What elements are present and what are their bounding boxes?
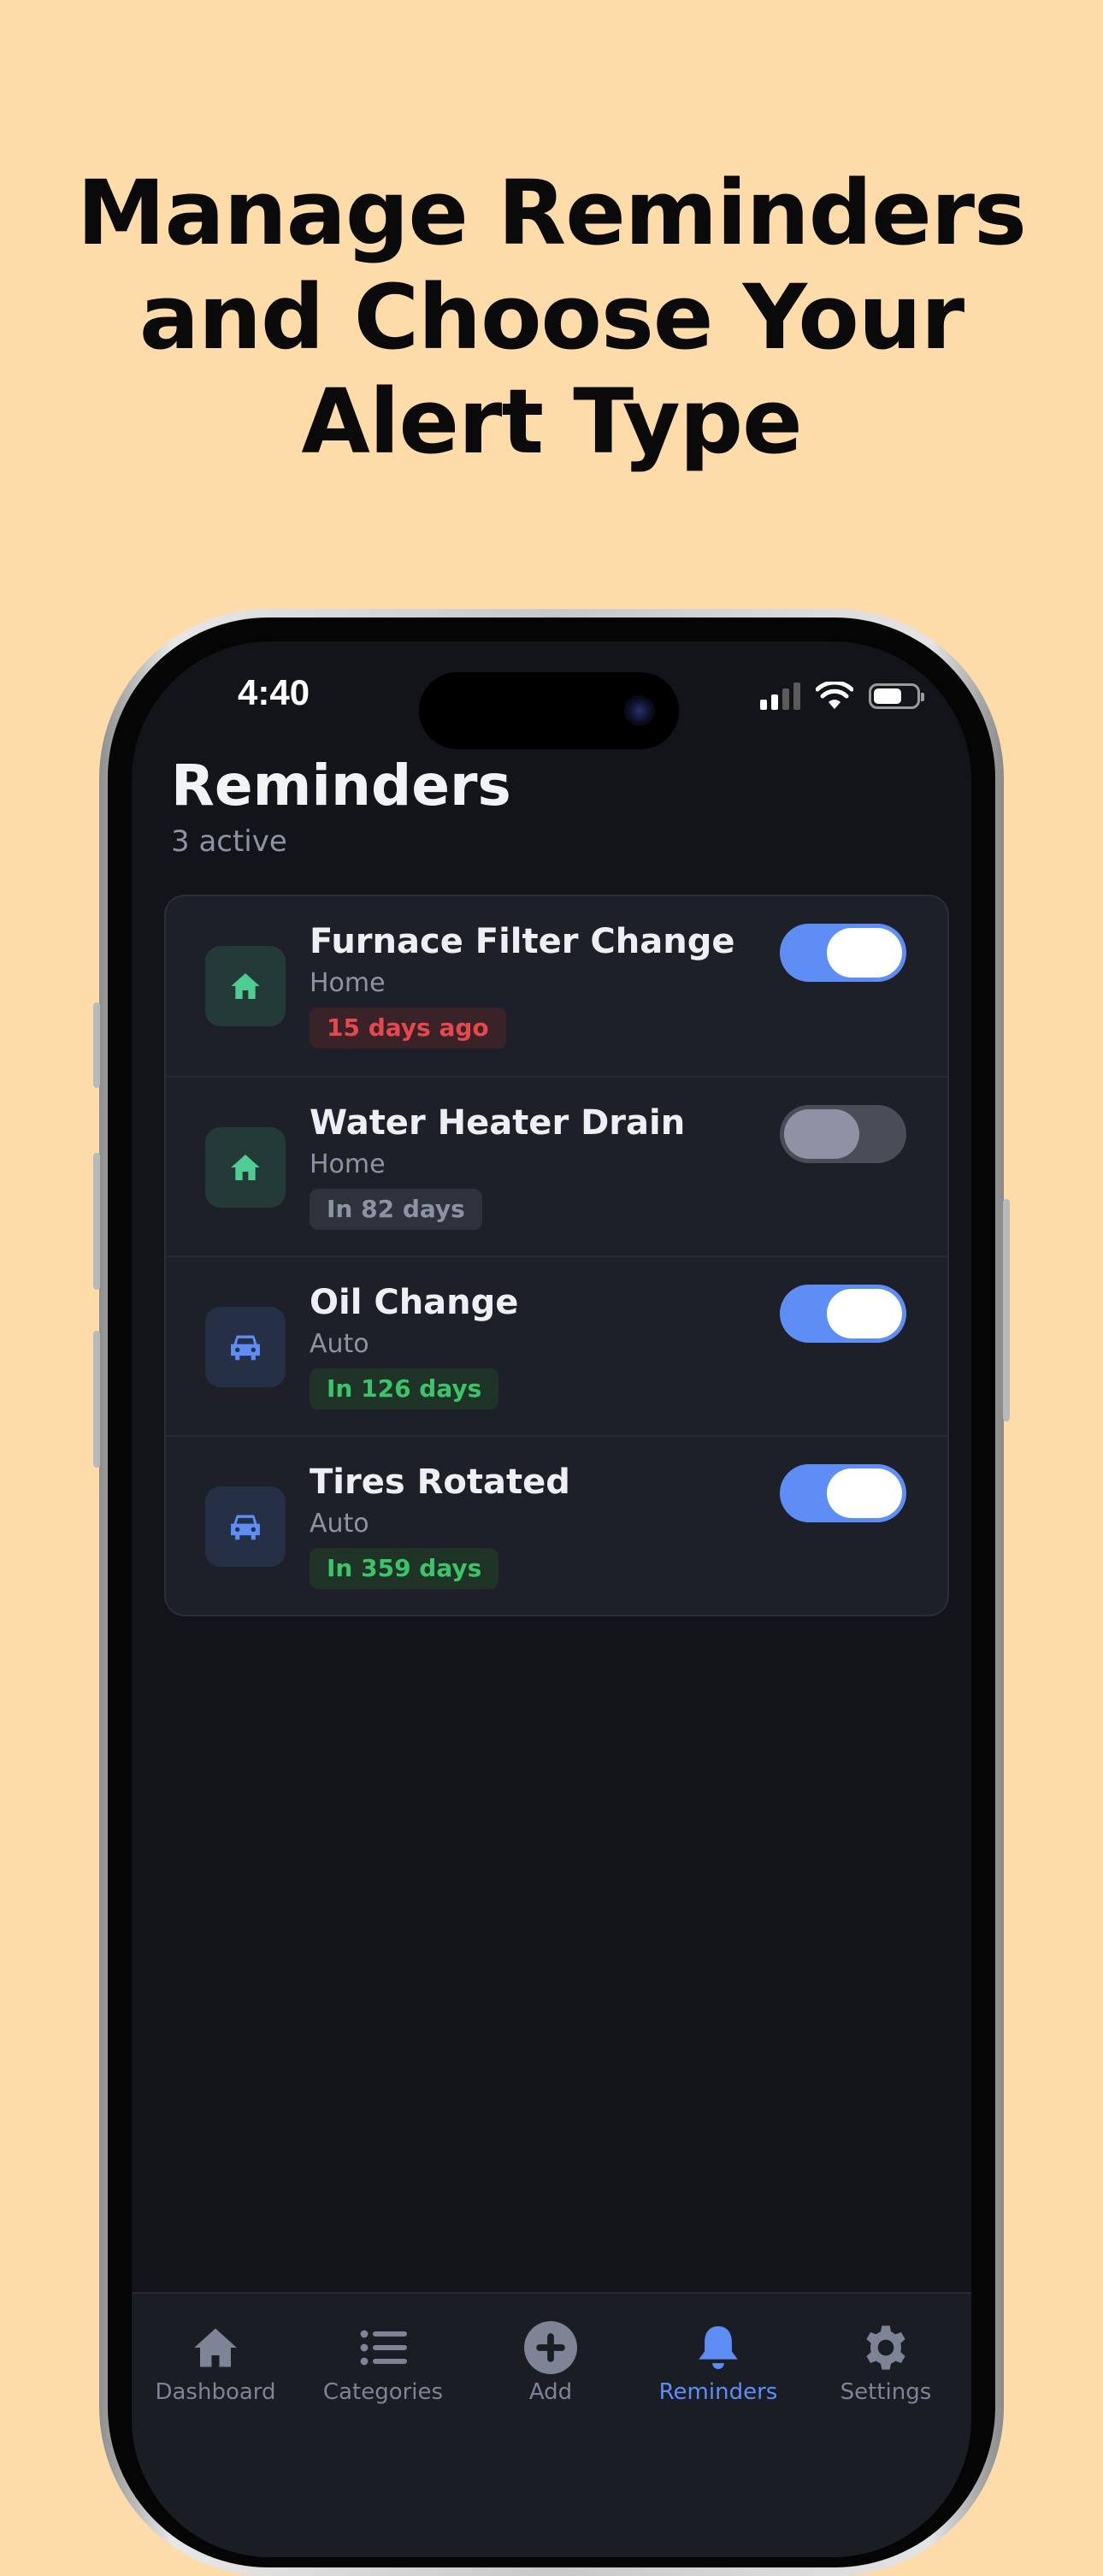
volume-up-button xyxy=(93,1153,100,1290)
reminder-row[interactable]: Furnace Filter Change Home 15 days ago xyxy=(166,896,947,1076)
status-time: 4:40 xyxy=(238,672,310,712)
car-icon xyxy=(205,1486,286,1567)
status-icons xyxy=(760,677,924,715)
wifi-icon xyxy=(816,682,853,709)
tab-bar: Dashboard Categories Add Reminders Setti… xyxy=(132,2292,971,2557)
tab-categories[interactable]: Categories xyxy=(299,2319,467,2405)
due-badge: In 126 days xyxy=(310,1368,499,1409)
action-button xyxy=(93,1002,100,1088)
due-badge: In 359 days xyxy=(310,1548,499,1589)
active-count: 3 active xyxy=(171,824,287,859)
tab-label: Reminders xyxy=(658,2379,778,2405)
phone-screen: 4:40 Reminders 3 active Furnace Filter C… xyxy=(132,641,971,2557)
tab-dashboard[interactable]: Dashboard xyxy=(132,2319,299,2405)
camera-icon xyxy=(624,695,655,726)
headline-line-3: Alert Type xyxy=(301,369,802,474)
reminder-toggle[interactable] xyxy=(780,1285,906,1343)
reminder-toggle[interactable] xyxy=(780,1464,906,1522)
tab-label: Dashboard xyxy=(155,2379,276,2405)
reminder-title: Water Heater Drain xyxy=(310,1103,686,1143)
reminder-category: Home xyxy=(310,1149,386,1179)
due-badge: 15 days ago xyxy=(310,1007,506,1049)
volume-down-button xyxy=(93,1331,100,1468)
dynamic-island xyxy=(419,672,679,749)
due-badge: In 82 days xyxy=(310,1189,482,1230)
reminder-category: Auto xyxy=(310,1509,369,1539)
reminder-row[interactable]: Oil Change Auto In 126 days xyxy=(166,1256,947,1437)
tab-label: Categories xyxy=(322,2379,444,2405)
list-icon xyxy=(299,2319,467,2376)
battery-icon xyxy=(869,683,924,709)
house-icon xyxy=(205,1127,286,1208)
reminder-category: Home xyxy=(310,968,386,998)
reminder-category: Auto xyxy=(310,1329,369,1359)
reminder-title: Oil Change xyxy=(310,1283,519,1322)
page-title: Reminders xyxy=(171,753,511,818)
cellular-signal-icon xyxy=(760,682,800,710)
house-icon xyxy=(132,2319,299,2376)
tab-add[interactable]: Add xyxy=(467,2319,634,2405)
tab-reminders[interactable]: Reminders xyxy=(634,2319,802,2405)
reminders-list: Furnace Filter Change Home 15 days ago W… xyxy=(164,895,949,1616)
reminder-title: Tires Rotated xyxy=(310,1462,570,1502)
reminder-row[interactable]: Water Heater Drain Home In 82 days xyxy=(166,1076,947,1257)
plus-circle-icon xyxy=(467,2319,634,2376)
bell-icon xyxy=(634,2319,802,2376)
headline-line-2: and Choose Your xyxy=(139,265,964,369)
gear-icon xyxy=(802,2319,970,2376)
house-icon xyxy=(205,946,286,1026)
reminder-row[interactable]: Tires Rotated Auto In 359 days xyxy=(166,1435,947,1615)
power-button xyxy=(1003,1199,1010,1421)
reminder-toggle[interactable] xyxy=(780,924,906,982)
tab-settings[interactable]: Settings xyxy=(802,2319,970,2405)
headline-line-1: Manage Reminders xyxy=(77,161,1027,265)
car-icon xyxy=(205,1307,286,1387)
tab-label: Settings xyxy=(840,2379,932,2405)
tab-label: Add xyxy=(528,2379,573,2405)
reminder-title: Furnace Filter Change xyxy=(310,922,735,961)
reminder-toggle[interactable] xyxy=(780,1105,906,1163)
headline: Manage Reminders and Choose Your Alert T… xyxy=(0,161,1103,474)
